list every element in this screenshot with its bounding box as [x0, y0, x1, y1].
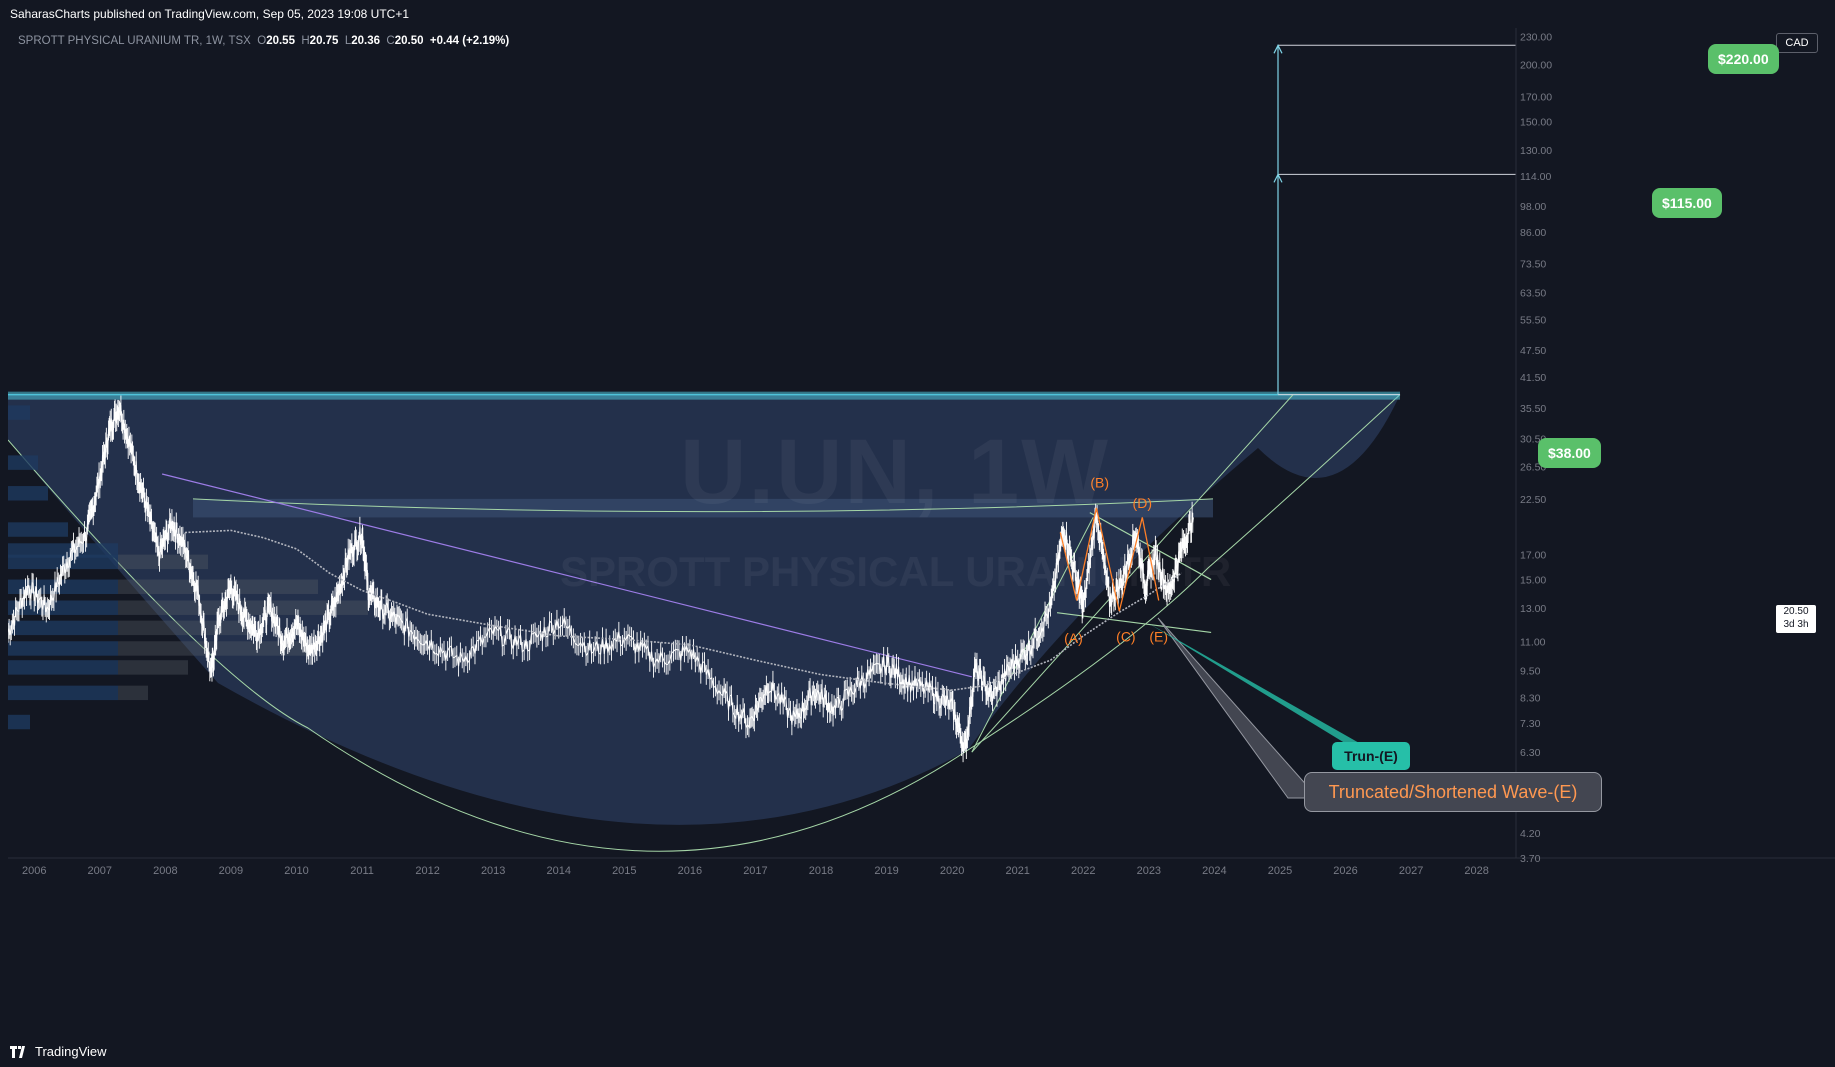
y-tick-label: 3.70: [1520, 853, 1541, 865]
y-tick-label: 41.50: [1520, 372, 1546, 384]
y-tick-label: 98.00: [1520, 201, 1546, 213]
target-label-115[interactable]: $115.00: [1652, 188, 1722, 218]
x-tick-label: 2012: [415, 865, 439, 877]
currency-button[interactable]: CAD: [1776, 33, 1818, 53]
volume-profile-bar: [8, 714, 30, 730]
open-value: 20.55: [266, 35, 295, 47]
tradingview-logo-icon: [10, 1045, 25, 1058]
y-tick-label: 11.00: [1520, 636, 1546, 648]
volume-profile-bar-extra: [118, 685, 148, 701]
high-value: 20.75: [309, 35, 339, 47]
watermark-ticker: U.UN, 1W: [680, 421, 1110, 523]
x-tick-label: 2006: [22, 865, 46, 877]
x-tick-label: 2027: [1399, 865, 1423, 877]
volume-profile-bar: [8, 522, 68, 537]
tradingview-logo[interactable]: TradingView: [10, 1044, 107, 1059]
y-tick-label: 55.50: [1520, 314, 1546, 326]
x-tick-label: 2022: [1071, 865, 1095, 877]
y-tick-label: 73.50: [1520, 258, 1546, 270]
volume-profile-bar: [8, 660, 118, 675]
trun-e-label[interactable]: Trun-(E): [1332, 742, 1410, 770]
x-tick-label: 2026: [1333, 865, 1357, 877]
close-value: 20.50: [394, 35, 424, 47]
volume-profile-bar: [8, 641, 118, 656]
symbol-exchange: TSX: [228, 35, 251, 47]
x-tick-label: 2017: [743, 865, 767, 877]
chart-area[interactable]: (A) (B) (C) (D) (E) 2006 2007 2008 2009 2010 2011…: [7, 28, 1835, 1037]
x-tick-label: 2015: [612, 865, 636, 877]
y-tick-label: 8.30: [1520, 692, 1541, 704]
last-price-tag: 20.50 3d 3h: [1776, 605, 1816, 633]
symbol-interval: 1W: [205, 35, 223, 47]
wave-a-label: (A): [1064, 630, 1083, 646]
y-tick-label: 230.00: [1520, 31, 1552, 43]
volume-profile-bar: [8, 620, 118, 636]
publish-header: SaharasCharts published on TradingView.c…: [0, 0, 1835, 28]
x-tick-label: 2011: [350, 865, 374, 877]
change-value: +0.44 (+2.19%): [429, 35, 510, 47]
y-tick-label: 4.20: [1520, 828, 1541, 840]
volume-profile-bar-extra: [118, 579, 318, 594]
y-tick-label: 200.00: [1520, 59, 1552, 71]
close-label: C: [386, 35, 395, 47]
volume-profile-bar: [8, 685, 118, 701]
volume-profile-bar-extra: [118, 660, 188, 675]
x-tick-label: 2021: [1005, 865, 1029, 877]
y-tick-label: 130.00: [1520, 145, 1552, 157]
volume-profile-bar-extra: [118, 620, 248, 636]
y-tick-label: 86.00: [1520, 227, 1546, 239]
y-tick-label: 47.50: [1520, 345, 1546, 357]
x-tick-label: 2024: [1202, 865, 1226, 877]
x-tick-label: 2028: [1464, 865, 1488, 877]
high-label: H: [301, 35, 310, 47]
x-tick-label: 2023: [1137, 865, 1161, 877]
y-tick-label: 15.00: [1520, 575, 1546, 587]
y-tick-label: 13.00: [1520, 603, 1546, 615]
footer-bar: TradingView: [0, 1037, 1835, 1067]
x-tick-label: 2018: [809, 865, 833, 877]
last-price: 20.50: [1783, 606, 1809, 617]
volume-profile-bar-extra: [118, 554, 208, 570]
watermark-name: SPROTT PHYSICAL URANIUM TR: [560, 548, 1232, 595]
y-tick-label: 170.00: [1520, 92, 1552, 104]
truncated-wave-note[interactable]: Truncated/Shortened Wave-(E): [1304, 772, 1602, 812]
y-tick-label: 63.50: [1520, 287, 1546, 299]
volume-profile-bar: [8, 405, 30, 420]
bar-countdown: 3d 3h: [1783, 619, 1809, 630]
x-tick-label: 2025: [1268, 865, 1292, 877]
y-tick-label: 7.30: [1520, 718, 1541, 730]
x-tick-label: 2009: [219, 865, 243, 877]
y-tick-label: 35.50: [1520, 403, 1546, 415]
symbol-legend: SPROTT PHYSICAL URANIUM TR, 1W, TSX O20.…: [18, 35, 510, 47]
x-tick-label: 2020: [940, 865, 964, 877]
volume-profile-bar: [8, 455, 38, 470]
y-tick-label: 9.50: [1520, 665, 1541, 677]
x-tick-label: 2016: [678, 865, 702, 877]
x-tick-label: 2008: [153, 865, 177, 877]
y-tick-label: 22.50: [1520, 494, 1546, 506]
symbol-name: SPROTT PHYSICAL URANIUM TR: [18, 35, 200, 47]
publish-line: SaharasCharts published on TradingView.c…: [10, 7, 410, 21]
target-label-220[interactable]: $220.00: [1708, 44, 1779, 74]
y-tick-label: 6.30: [1520, 747, 1541, 759]
wave-d-label: (D): [1133, 495, 1152, 511]
x-tick-label: 2007: [88, 865, 112, 877]
low-value: 20.36: [351, 35, 381, 47]
x-tick-label: 2013: [481, 865, 505, 877]
y-tick-label: 114.00: [1520, 171, 1551, 183]
resistance-band: [8, 391, 1400, 400]
target-label-38[interactable]: $38.00: [1538, 438, 1601, 468]
x-tick-label: 2019: [874, 865, 898, 877]
x-tick-label: 2014: [547, 865, 571, 877]
price-chart[interactable]: (A)(B)(C)(D)(E) 2006 2007 2008 2009 2010 2011…: [7, 28, 1835, 1037]
y-tick-label: 150.00: [1520, 116, 1552, 128]
wave-c-label: (C): [1116, 628, 1135, 644]
y-tick-label: 17.00: [1520, 550, 1546, 562]
x-tick-label: 2010: [284, 865, 308, 877]
wave-e-label: (E): [1149, 628, 1168, 644]
brand-name: TradingView: [35, 1044, 107, 1059]
volume-profile-bar: [8, 486, 48, 501]
open-label: O: [257, 35, 267, 47]
